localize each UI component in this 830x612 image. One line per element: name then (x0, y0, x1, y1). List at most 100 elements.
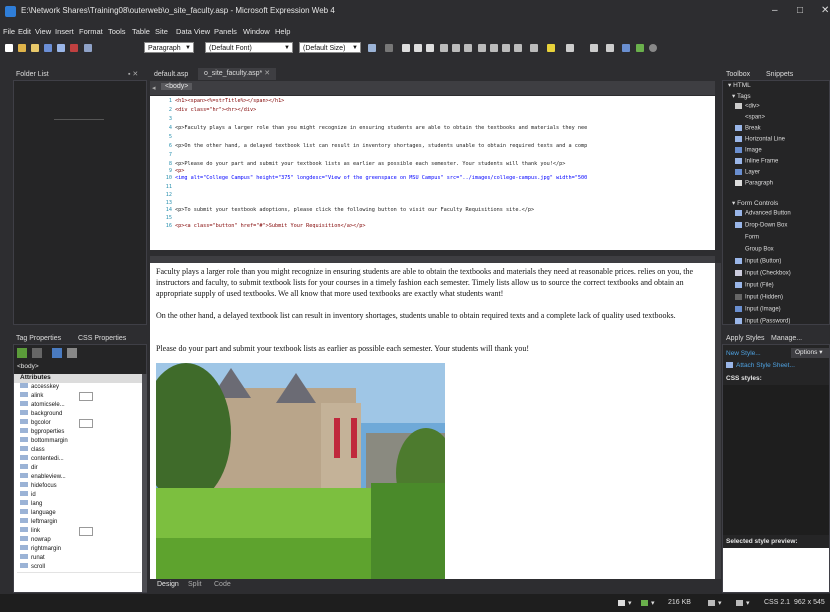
underline-icon[interactable] (426, 44, 434, 52)
menu-panels[interactable]: Panels (214, 27, 237, 36)
redo-icon[interactable] (385, 44, 393, 52)
design-view[interactable]: Faculty plays a larger role than you mig… (150, 263, 715, 579)
toolbox-item-horizontal-line[interactable]: Horizontal Line (735, 136, 785, 143)
back-arrow-icon[interactable]: ◂ (152, 84, 156, 92)
toolbox-item-input-hidden[interactable]: Input (Hidden) (735, 294, 783, 301)
tab-toolbox[interactable]: Toolbox (726, 70, 750, 80)
options-dropdown[interactable]: Options ▾ (791, 348, 829, 358)
menu-window[interactable]: Window (243, 27, 270, 36)
browser-icon[interactable] (649, 44, 657, 52)
highlight-icon[interactable] (547, 44, 555, 52)
visual-aids-icon[interactable]: ▾ (618, 599, 632, 607)
menu-file[interactable]: File (3, 27, 15, 36)
toolbox-item-layer[interactable]: Layer (735, 169, 760, 176)
tab-apply-styles[interactable]: Apply Styles (726, 334, 765, 344)
menu-table[interactable]: Table (132, 27, 150, 36)
tab-css-properties[interactable]: CSS Properties (78, 334, 126, 344)
picture-icon[interactable] (622, 44, 630, 52)
menu-tools[interactable]: Tools (108, 27, 126, 36)
split-divider[interactable] (150, 256, 715, 263)
font-color-icon[interactable] (566, 44, 574, 52)
toolbox-item-break[interactable]: Break (735, 125, 761, 132)
undo-icon[interactable] (368, 44, 376, 52)
align-left-icon[interactable] (440, 44, 448, 52)
menu-format[interactable]: Format (79, 27, 103, 36)
publish-icon[interactable] (57, 44, 65, 52)
preview-icon[interactable] (70, 44, 78, 52)
close-button[interactable]: ✕ (821, 5, 829, 16)
maximize-button[interactable]: □ (797, 5, 803, 16)
toolbox-item-input-checkbox[interactable]: Input (Checkbox) (735, 270, 791, 277)
code-view[interactable]: 1 <h1><span><%=strTitle%></span></h1> 2 <d… (150, 96, 715, 250)
print-icon[interactable] (84, 44, 92, 52)
html-section-header[interactable]: ▾ HTML (728, 81, 751, 89)
tab-tag-properties[interactable]: Tag Properties (16, 334, 61, 344)
hyperlink-icon[interactable] (636, 44, 644, 52)
college-campus-image[interactable] (156, 363, 445, 579)
color-swatch[interactable] (79, 527, 93, 536)
table-icon[interactable] (606, 44, 614, 52)
css-schema-icon[interactable]: ▾ (736, 599, 750, 607)
tab-code-view[interactable]: Code (214, 581, 231, 588)
menu-data-view[interactable]: Data View (176, 27, 210, 36)
toolbox-item-div[interactable]: <div> (735, 103, 760, 110)
borders-icon[interactable] (530, 44, 538, 52)
increase-indent-icon[interactable] (514, 44, 522, 52)
compatibility-icon[interactable]: ▾ (641, 599, 655, 607)
tab-default-asp[interactable]: default.asp (154, 70, 188, 80)
open-icon[interactable] (18, 44, 26, 52)
tab-design-view[interactable]: Design (157, 581, 179, 588)
menu-site[interactable]: Site (155, 27, 168, 36)
categorized-icon[interactable] (17, 348, 27, 358)
menu-help[interactable]: Help (275, 27, 290, 36)
html-schema-icon[interactable]: ▾ (708, 599, 722, 607)
breadcrumb[interactable]: <body> (161, 83, 193, 90)
folder-list-panel[interactable] (13, 80, 147, 325)
tags-section-header[interactable]: ▾ Tags (732, 92, 751, 100)
new-page-icon[interactable] (5, 44, 13, 52)
align-right-icon[interactable] (464, 44, 472, 52)
attribute-row[interactable]: scroll (17, 563, 141, 573)
tab-manage-styles[interactable]: Manage... (771, 334, 802, 344)
toolbox-item-input-button[interactable]: Input (Button) (735, 258, 781, 265)
new-style-link[interactable]: New Style... (726, 350, 761, 357)
toolbox-item-span[interactable]: <span> (735, 114, 765, 121)
tab-split-view[interactable]: Split (188, 581, 202, 588)
toolbox-item-input-password[interactable]: Input (Password) (735, 318, 790, 325)
menu-insert[interactable]: Insert (55, 27, 74, 36)
attributes-section-header[interactable]: Attributes (14, 374, 142, 383)
style-dropdown[interactable]: Paragraph ▼ (144, 42, 194, 53)
panel-pin-icon[interactable]: ▪ ✕ (128, 70, 138, 80)
bullet-list-icon[interactable] (490, 44, 498, 52)
toolbox-item-paragraph[interactable]: Paragraph (735, 180, 773, 187)
form-controls-section-header[interactable]: ▾ Form Controls (732, 199, 778, 207)
numbered-list-icon[interactable] (478, 44, 486, 52)
save-icon[interactable] (44, 44, 52, 52)
tab-snippets[interactable]: Snippets (766, 70, 793, 80)
design-vscrollbar[interactable] (715, 263, 721, 579)
toolbox-item-advanced-button[interactable]: Advanced Button (735, 210, 791, 217)
menu-view[interactable]: View (35, 27, 51, 36)
attach-style-sheet-link[interactable]: Attach Style Sheet... (726, 362, 795, 369)
toolbox-item-group-box[interactable]: Group Box (735, 246, 774, 253)
insert-layer-icon[interactable] (590, 44, 598, 52)
color-swatch[interactable] (79, 392, 93, 401)
menu-edit[interactable]: Edit (18, 27, 31, 36)
show-set-properties-icon[interactable] (52, 348, 62, 358)
italic-icon[interactable] (414, 44, 422, 52)
toolbox-item-form[interactable]: Form (735, 234, 759, 241)
alphabetical-icon[interactable] (32, 348, 42, 358)
size-dropdown[interactable]: (Default Size) ▼ (299, 42, 361, 53)
toolbox-item-input-file[interactable]: Input (File) (735, 282, 774, 289)
toolbox-item-drop-down-box[interactable]: Drop-Down Box (735, 222, 787, 229)
decrease-indent-icon[interactable] (502, 44, 510, 52)
folder-icon[interactable] (31, 44, 39, 52)
properties-icon[interactable] (67, 348, 77, 358)
font-dropdown[interactable]: (Default Font) ▼ (205, 42, 293, 53)
color-swatch[interactable] (79, 419, 93, 428)
align-center-icon[interactable] (452, 44, 460, 52)
close-tab-icon[interactable]: ✕ (262, 70, 270, 77)
toolbox-item-inline-frame[interactable]: Inline Frame (735, 158, 778, 165)
toolbox-item-input-image[interactable]: Input (Image) (735, 306, 781, 313)
bold-icon[interactable] (402, 44, 410, 52)
